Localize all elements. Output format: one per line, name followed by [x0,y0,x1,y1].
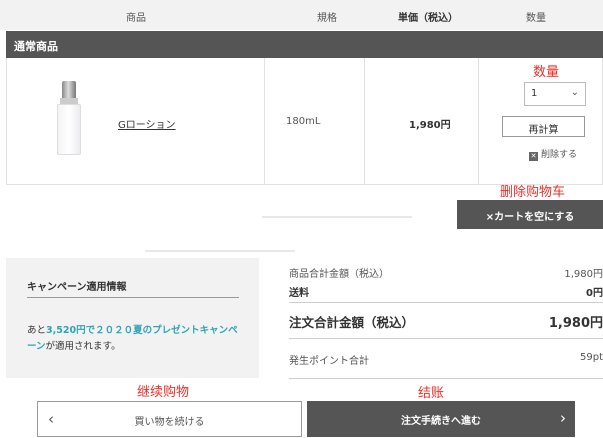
chevron-right-icon: › [560,409,566,427]
total-label: 注文合計金額（税込） [289,315,415,330]
divider [289,378,603,379]
checkout-button[interactable]: 注文手続きへ進む › [307,401,575,437]
points-value: 59pt [580,352,603,363]
shipping-label: 送料 [289,288,309,299]
recalculate-button[interactable]: 再計算 [502,116,585,137]
continue-shopping-label: 買い物を続ける [134,417,205,428]
product-spec: 180mL [286,116,321,127]
delete-label: 削除する [541,150,578,160]
divider [289,302,603,303]
campaign-message: あと3,520円で２０２０夏のプレゼントキャンペーンが適用されます。 [27,323,242,355]
annotation-quantity: 数量 [533,65,560,80]
close-icon: ✕ [529,152,538,161]
annotation-continue: 继续购物 [137,385,190,400]
subtotal-label: 商品合計金額（税込） [289,269,389,280]
section-title-bar: 通常商品 [6,31,603,58]
divider [262,216,412,218]
shipping-value: 0円 [586,288,603,299]
campaign-text-prefix: あと [27,325,47,336]
header-product: 商品 [126,13,146,24]
quantity-select[interactable]: 1 ⌄ [524,82,586,106]
subtotal-row: 商品合計金額（税込） 1,980円 [289,265,603,280]
chevron-down-icon: ⌄ [570,87,579,98]
points-row: 発生ポイント合計 59pt [289,352,603,367]
divider [145,250,295,252]
annotation-empty-cart: 删除购物车 [500,185,566,200]
column-divider [364,58,365,184]
campaign-info-panel: キャンペーン適用情報 あと3,520円で２０２０夏のプレゼントキャンペーンが適用… [6,258,259,378]
checkout-label: 注文手続きへ進む [401,416,481,427]
divider [289,338,603,339]
cart-item-row: Gローション 180mL 1,980円 数量 1 ⌄ 再計算 ✕ 削除する [6,58,603,185]
product-name-link[interactable]: Gローション [118,116,176,131]
shipping-row: 送料 0円 [289,284,603,299]
divider [27,297,239,298]
campaign-text-suffix: が適用されます。 [45,341,121,352]
campaign-title: キャンペーン適用情報 [27,282,127,293]
quantity-value: 1 [531,88,538,99]
header-unit-price: 単価（税込） [398,13,458,24]
total-row: 注文合計金額（税込） 1,980円 [289,312,603,331]
table-header: 商品 規格 単価（税込） 数量 [0,0,603,30]
product-image[interactable] [57,81,81,155]
header-spec: 規格 [317,13,337,24]
delete-item-link[interactable]: ✕ 削除する [529,147,577,161]
column-divider [264,58,265,184]
continue-shopping-button[interactable]: ‹ 買い物を続ける [37,401,302,437]
header-quantity: 数量 [526,13,546,24]
points-label: 発生ポイント合計 [289,356,369,367]
total-value: 1,980円 [548,316,603,331]
product-price: 1,980円 [409,120,451,131]
column-divider [478,58,479,184]
empty-cart-button[interactable]: ×カートを空にする [457,200,603,229]
annotation-checkout: 结账 [418,386,445,401]
subtotal-value: 1,980円 [564,269,603,280]
